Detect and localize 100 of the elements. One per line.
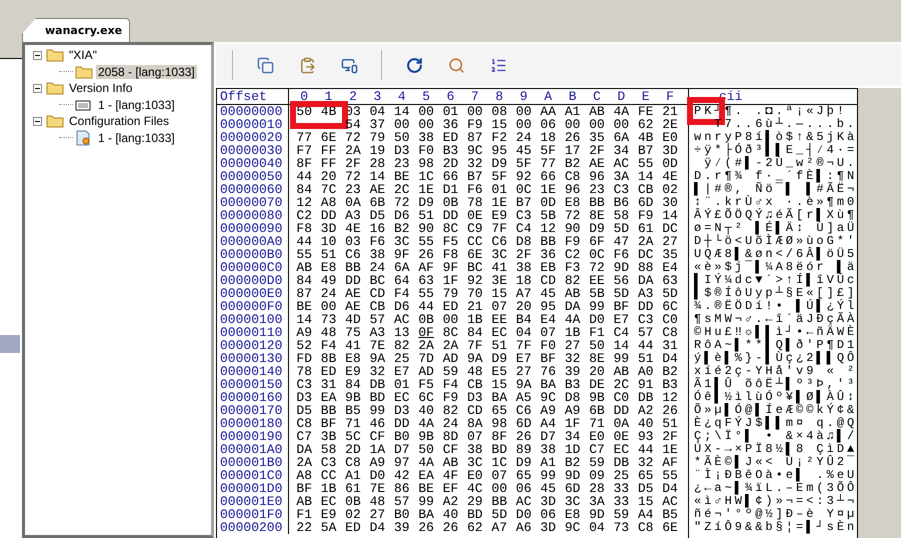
hex-cell-text: D3 — [295, 391, 313, 404]
hex-cell-text: BA — [539, 378, 557, 391]
hex-cell-text: 3B — [320, 430, 338, 443]
hex-cell-text: 61 — [636, 222, 654, 235]
hex-cell-text: 44 — [295, 170, 313, 183]
hex-cell-text: A2 — [636, 404, 654, 417]
hex-cell-text: 77 — [539, 157, 557, 170]
hex-cell-text: 99 — [368, 404, 386, 417]
hex-cell-text: 86 — [392, 482, 411, 495]
hex-cell-text: F7 — [295, 144, 313, 157]
collapse-toggle[interactable] — [33, 50, 42, 60]
hex-cell-text: AB — [295, 261, 313, 274]
hex-cell-text: 7F — [514, 339, 533, 352]
hex-cell-text: 66 — [539, 170, 557, 183]
hex-cell-text: 93 — [636, 430, 654, 443]
hex-cell-text: 57 — [636, 326, 654, 339]
hex-cell-text: 13 — [392, 326, 411, 339]
offset-cell: 00000100 — [217, 313, 289, 326]
hex-cell-text: C6 — [344, 248, 362, 261]
ascii-text: ©Hu£‼☼▌▌ì┘•←ñÄWÈ — [694, 325, 858, 339]
hex-cell-text: B0 — [392, 430, 411, 443]
hex-cell-text: BC — [368, 274, 386, 287]
hex-cell-text: A9 — [295, 326, 313, 339]
offset-cell: 00000000 — [217, 105, 289, 118]
hex-cell-text: B4 — [514, 313, 533, 326]
hex-cell-text: 0E — [466, 209, 484, 222]
hex-cell-text: AD — [442, 352, 460, 365]
hex-cell-text: 3E — [490, 274, 508, 287]
hex-cell-text: 25 — [392, 352, 411, 365]
hex-cell-text: 0F — [417, 326, 435, 339]
hex-cell-text: 14 — [661, 209, 679, 222]
hex-cell-text: CB — [368, 300, 386, 313]
hex-cell-text: 72 — [344, 131, 362, 144]
hex-cell-text: DA — [636, 274, 654, 287]
hex-cell-text: E4 — [539, 313, 557, 326]
hex-cell-text: DB — [368, 378, 386, 391]
collapse-toggle[interactable] — [33, 84, 42, 93]
hex-cell-text: F5 — [417, 378, 435, 391]
file-tab[interactable]: wanacry.exe — [22, 18, 130, 42]
hex-cell-text: 58 — [612, 209, 630, 222]
hex-cell-text: 27 — [661, 235, 679, 248]
hex-cell-text: 15 — [490, 378, 508, 391]
collapse-toggle[interactable] — [33, 116, 42, 126]
refresh-button[interactable] — [404, 55, 424, 75]
hex-cell-text: 6A — [612, 131, 630, 144]
hex-cell-text: BD — [490, 443, 508, 456]
hex-cell-text: A9 — [539, 404, 557, 417]
hex-cell-text: 26 — [417, 521, 435, 534]
hex-cell-text: 91 — [636, 378, 654, 391]
hex-cell-text: 96 — [588, 170, 606, 183]
hex-cell-text: 9B — [588, 391, 606, 404]
hex-cell-text: 66 — [442, 170, 460, 183]
hex-cell-text: 00 — [514, 118, 533, 131]
hex-cell-text: BA — [490, 391, 508, 404]
hex-cell-text: 0C — [514, 183, 533, 196]
hex-cell-text: ED — [344, 521, 362, 534]
hex-cell-text: F9 — [636, 209, 654, 222]
hex-cell-text: 8C — [442, 326, 460, 339]
hex-cell-text: 55 — [661, 469, 679, 482]
ascii-text: ▌$®ÍôUyp┴§E«[]£] — [694, 286, 858, 300]
tree-item[interactable]: 1 - [lang:1033] — [96, 130, 177, 145]
offset-cell: 000000D0 — [217, 274, 289, 287]
ascii-text: ÷ÿ*├Óð³▌▌E_┤⁄4·= — [694, 143, 858, 157]
hex-cell-text: 26 — [417, 248, 435, 261]
hex-cell-text: BE — [392, 170, 411, 183]
hex-cell-text: 9C — [564, 521, 582, 534]
hex-cell-text: 51 — [661, 417, 679, 430]
tree-item[interactable]: Version Info — [67, 81, 134, 96]
hex-cell-text: 98 — [417, 157, 435, 170]
hex-cell-text: 42 — [392, 469, 411, 482]
tree-item[interactable]: "XIA" — [67, 48, 99, 62]
tree-item[interactable]: 2058 - [lang:1033] — [96, 64, 197, 79]
hex-cell-text: D9 — [490, 157, 508, 170]
tree-item[interactable]: Configuration Files — [67, 114, 172, 128]
hex-cell-text: BD — [466, 508, 484, 521]
ascii-text: «è»$j¯▌¼A8ëór ▌ä — [694, 260, 858, 274]
hex-cell-text: 97 — [392, 456, 411, 469]
hex-cell-text: 3C — [392, 235, 411, 248]
hex-cell-text: 5A — [320, 521, 338, 534]
ascii-text: wnryP8í▌ò$↑&5jKà — [694, 130, 858, 144]
hex-cell-text: CD — [368, 287, 386, 300]
hex-cell-text: 5D — [661, 287, 679, 300]
tree-item[interactable]: 1 - [lang:1033] — [96, 98, 177, 112]
hex-cell-text: 9A — [514, 378, 533, 391]
hex-cell-text: BF — [295, 482, 313, 495]
ascii-text: Ã1▌Û õôË┴▌º³Þ,'³ — [694, 377, 858, 391]
hex-cell-text: 00 — [392, 118, 411, 131]
offset-cell: 00000070 — [217, 196, 289, 209]
hex-cell-text: 5F — [539, 144, 557, 157]
hex-cell-text: B7 — [514, 196, 533, 209]
offset-cell: 00000160 — [217, 391, 289, 404]
hex-cell-text: 64 — [392, 274, 411, 287]
column-header: C — [592, 89, 602, 105]
offset-cell: 00000190 — [217, 430, 289, 443]
copy-button[interactable] — [255, 55, 275, 75]
hex-cell-text: 6B — [368, 196, 386, 209]
hex-cell-text: A5 — [514, 391, 533, 404]
hex-cell-text: DD — [612, 404, 630, 417]
hex-cell-text: 59 — [442, 365, 460, 378]
hex-cell-text: 00 — [588, 118, 606, 131]
